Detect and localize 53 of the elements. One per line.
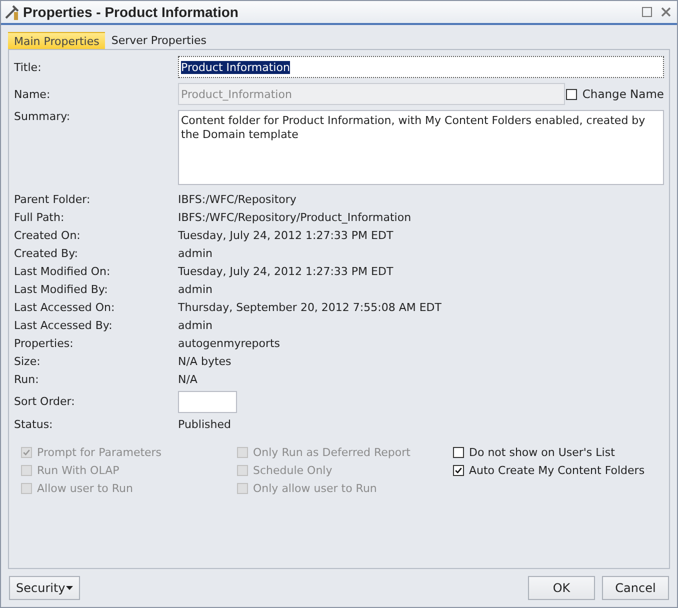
field-value: Tuesday, July 24, 2012 1:27:33 PM EDT: [178, 228, 394, 242]
field-label: Run:: [14, 372, 40, 386]
field-label: Full Path:: [14, 210, 66, 224]
close-icon[interactable]: [661, 7, 671, 17]
security-button[interactable]: Security: [9, 576, 80, 600]
field-value: Thursday, September 20, 2012 7:55:08 AM EDT: [178, 300, 442, 314]
checkbox-label: Run With OLAP: [37, 464, 120, 476]
checkbox-label: Only allow user to Run: [253, 482, 377, 494]
checkbox[interactable]: [453, 464, 464, 476]
field-label: Sort Order:: [14, 395, 76, 408]
field-label: Last Accessed On:: [14, 300, 116, 314]
field-value: Product Information: [181, 60, 290, 74]
sort-order-field[interactable]: [178, 390, 237, 412]
checkbox-label: Auto Create My Content Folders: [469, 464, 645, 476]
field-label: Size:: [14, 354, 42, 368]
title-field[interactable]: Product Information: [178, 56, 664, 78]
field-label: Last Modified By:: [14, 282, 109, 296]
checkbox-label: Schedule Only: [253, 464, 332, 476]
field-value: admin: [178, 282, 212, 296]
cancel-button[interactable]: Cancel: [602, 576, 669, 600]
field-value: Published: [178, 418, 231, 430]
summary-field[interactable]: Content folder for Product Information, with My Content Folders enabled, created by the Domain template: [178, 110, 664, 185]
field-label: Last Modified On:: [14, 264, 112, 278]
field-label: Created By:: [14, 246, 79, 260]
field-label: Status:: [14, 418, 54, 430]
field-label: Created On:: [14, 228, 82, 242]
checkbox-label: Allow user to Run: [37, 482, 133, 494]
field-value: IBFS:/WFC/Repository: [178, 192, 296, 206]
window-title: Properties - Product Information: [23, 4, 240, 20]
caret-icon: [66, 586, 74, 590]
field-label: Parent Folder:: [14, 192, 92, 206]
maximize-icon[interactable]: [642, 7, 652, 17]
tools-icon: [3, 3, 21, 21]
checkbox-label: Do not show on User's List: [469, 446, 615, 458]
field-value: N/A bytes: [178, 354, 232, 368]
checkbox-label: Prompt for Parameters: [37, 446, 162, 458]
field-label: Summary:: [14, 110, 72, 123]
tab[interactable]: Server Properties: [105, 32, 213, 49]
checkbox-label: Only Run as Deferred Report: [253, 446, 410, 458]
checkbox[interactable]: [453, 446, 464, 458]
field-label: Properties:: [14, 336, 74, 350]
field-value: IBFS:/WFC/Repository/Product_Information: [178, 210, 412, 224]
field-value: admin: [178, 318, 212, 332]
field-label: Last Accessed By:: [14, 318, 114, 332]
field-label: Title:: [14, 60, 42, 74]
field-value: N/A: [178, 372, 198, 386]
checkbox-label: Change Name: [582, 87, 664, 101]
tab[interactable]: Main Properties: [8, 32, 106, 49]
ok-button[interactable]: OK: [528, 576, 595, 600]
field-value: admin: [178, 246, 212, 260]
field-value: autogenmyreports: [178, 336, 280, 350]
field-label: Name:: [14, 88, 52, 100]
field-value: Tuesday, July 24, 2012 1:27:33 PM EDT: [178, 264, 394, 278]
